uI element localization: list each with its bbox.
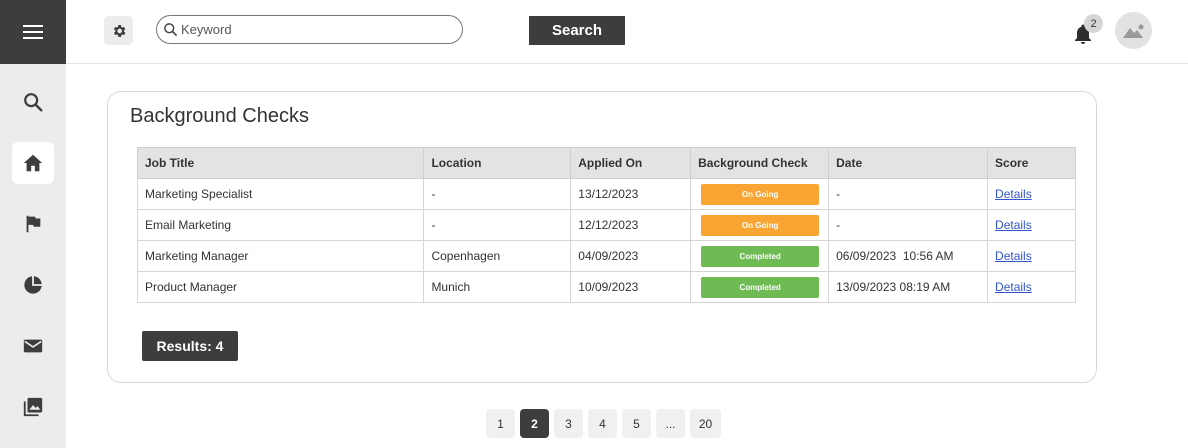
background-checks-table: Job Title Location Applied On Background… — [136, 147, 1076, 303]
page-button-20[interactable]: 20 — [690, 409, 721, 438]
status-badge-completed: Completed — [701, 245, 820, 267]
table-row: Marketing Manager Copenhagen 04/09/2023 … — [136, 240, 1076, 272]
column-header-score: Score — [987, 147, 1076, 179]
score-cell: Details — [987, 271, 1076, 303]
results-count-button[interactable]: Results: 4 — [142, 331, 238, 361]
mail-icon[interactable] — [12, 325, 54, 367]
job-title-cell: Marketing Specialist — [136, 178, 425, 210]
column-header-location: Location — [423, 147, 572, 179]
score-cell: Details — [987, 178, 1076, 210]
background-check-cell: On Going — [690, 209, 830, 241]
gallery-icon[interactable] — [12, 386, 54, 428]
status-badge-ongoing: On Going — [701, 214, 820, 236]
score-cell: Details — [987, 209, 1076, 241]
search-input-icon — [164, 23, 177, 36]
details-link[interactable]: Details — [995, 218, 1032, 232]
column-header-background-check: Background Check — [690, 147, 830, 179]
location-cell: Munich — [423, 271, 572, 303]
page-ellipsis: ... — [656, 409, 685, 438]
details-link[interactable]: Details — [995, 280, 1032, 294]
details-link[interactable]: Details — [995, 187, 1032, 201]
location-cell: Copenhagen — [423, 240, 572, 272]
card-title: Background Checks — [130, 105, 309, 127]
location-cell: - — [423, 178, 572, 210]
status-badge-completed: Completed — [701, 276, 820, 298]
column-header-date: Date — [828, 147, 989, 179]
page-button-4[interactable]: 4 — [588, 409, 617, 438]
settings-gear-icon[interactable] — [104, 16, 133, 45]
date-cell: - — [828, 209, 989, 241]
page-button-1[interactable]: 1 — [486, 409, 515, 438]
page-button-5[interactable]: 5 — [622, 409, 651, 438]
column-header-job-title: Job Title — [136, 147, 425, 179]
details-link[interactable]: Details — [995, 249, 1032, 263]
date-cell: 06/09/2023 10:56 AM — [828, 240, 989, 272]
background-check-cell: Completed — [690, 240, 830, 272]
date-cell: 13/09/2023 08:19 AM — [828, 271, 989, 303]
search-icon[interactable] — [12, 81, 54, 123]
keyword-search-input[interactable] — [181, 22, 451, 37]
pie-chart-icon[interactable] — [12, 264, 54, 306]
top-header: Search 2 — [66, 0, 1188, 64]
location-cell: - — [423, 209, 572, 241]
background-check-cell: On Going — [690, 178, 830, 210]
user-avatar[interactable] — [1115, 12, 1152, 49]
table-header-row: Job Title Location Applied On Background… — [136, 147, 1076, 179]
background-checks-card: Background Checks Job Title Location App… — [107, 91, 1097, 383]
job-title-cell: Email Marketing — [136, 209, 425, 241]
applied-on-cell: 13/12/2023 — [570, 178, 692, 210]
job-title-cell: Product Manager — [136, 271, 425, 303]
status-badge-ongoing: On Going — [701, 183, 820, 205]
hamburger-menu-icon[interactable] — [0, 0, 66, 64]
notification-count-badge: 2 — [1084, 14, 1103, 33]
table-row: Marketing Specialist - 13/12/2023 On Goi… — [136, 178, 1076, 210]
home-icon[interactable] — [12, 142, 54, 184]
flag-icon[interactable] — [12, 203, 54, 245]
applied-on-cell: 04/09/2023 — [570, 240, 692, 272]
pagination: 1 2 3 4 5 ... 20 — [486, 409, 721, 438]
search-box — [156, 15, 463, 44]
search-button[interactable]: Search — [529, 16, 625, 45]
score-cell: Details — [987, 240, 1076, 272]
column-header-applied-on: Applied On — [570, 147, 692, 179]
date-cell: - — [828, 178, 989, 210]
page-button-2-current[interactable]: 2 — [520, 409, 549, 438]
background-check-cell: Completed — [690, 271, 830, 303]
job-title-cell: Marketing Manager — [136, 240, 425, 272]
table-row: Email Marketing - 12/12/2023 On Going - … — [136, 209, 1076, 241]
applied-on-cell: 10/09/2023 — [570, 271, 692, 303]
avatar-placeholder-icon — [1122, 24, 1143, 38]
page-button-3[interactable]: 3 — [554, 409, 583, 438]
sidebar — [0, 0, 66, 448]
applied-on-cell: 12/12/2023 — [570, 209, 692, 241]
table-row: Product Manager Munich 10/09/2023 Comple… — [136, 271, 1076, 303]
